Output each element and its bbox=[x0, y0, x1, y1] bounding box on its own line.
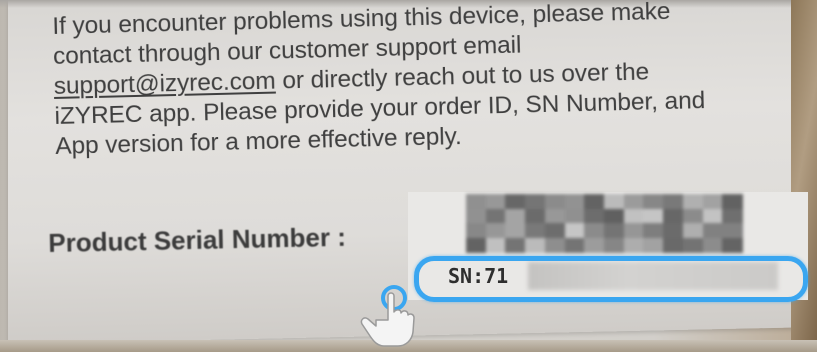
barcode-cell bbox=[604, 237, 625, 253]
barcode-cell bbox=[485, 223, 507, 239]
barcode-cell bbox=[466, 223, 487, 239]
photo-scene: If you encounter problems using this dev… bbox=[0, 0, 817, 352]
barcode-cell bbox=[682, 237, 704, 253]
tap-hand-icon bbox=[360, 285, 415, 347]
barcode-cell bbox=[525, 208, 546, 224]
serial-highlight-ring bbox=[414, 256, 808, 302]
support-email-link[interactable]: support@izyrec.com bbox=[53, 68, 275, 100]
barcode-cell bbox=[525, 194, 546, 210]
barcode-cell bbox=[702, 194, 724, 210]
barcode-cell bbox=[663, 194, 684, 210]
barcode-cell bbox=[682, 194, 704, 210]
barcode-cell bbox=[564, 208, 586, 224]
barcode-cell bbox=[722, 194, 743, 210]
barcode-cell bbox=[485, 208, 507, 224]
barcode-cell bbox=[584, 223, 605, 239]
barcode-cell bbox=[623, 194, 645, 210]
serial-number-label: Product Serial Number : bbox=[48, 221, 347, 258]
barcode-cell bbox=[604, 194, 625, 210]
barcode-cell bbox=[544, 208, 566, 224]
barcode-cell bbox=[466, 208, 487, 224]
barcode-cell bbox=[604, 223, 625, 239]
barcode-cell bbox=[564, 237, 586, 253]
barcode-cell bbox=[505, 208, 527, 224]
barcode-cell bbox=[643, 208, 665, 224]
barcode-cell bbox=[584, 194, 605, 210]
barcode-cell bbox=[604, 208, 625, 224]
barcode-cell bbox=[505, 223, 527, 239]
barcode-cell bbox=[564, 194, 586, 210]
barcode-cell bbox=[663, 237, 684, 253]
redacted-barcode bbox=[466, 194, 743, 253]
barcode-cell bbox=[525, 237, 546, 253]
barcode-cell bbox=[722, 223, 743, 239]
barcode-cell bbox=[682, 223, 704, 239]
barcode-cell bbox=[663, 223, 684, 239]
barcode-cell bbox=[682, 208, 704, 224]
barcode-cell bbox=[584, 237, 605, 253]
barcode-cell bbox=[505, 237, 527, 253]
barcode-cell bbox=[485, 237, 507, 253]
barcode-cell bbox=[584, 208, 605, 224]
barcode-cell bbox=[623, 208, 645, 224]
barcode-cell bbox=[702, 223, 724, 239]
barcode-cell bbox=[702, 237, 724, 253]
barcode-cell bbox=[643, 223, 665, 239]
barcode-cell bbox=[623, 223, 645, 239]
barcode-cell bbox=[466, 237, 487, 253]
barcode-cell bbox=[643, 194, 665, 210]
barcode-cell bbox=[485, 194, 507, 210]
barcode-cell bbox=[702, 208, 724, 224]
barcode-cell bbox=[663, 208, 684, 224]
barcode-cell bbox=[544, 237, 566, 253]
barcode-cell bbox=[525, 223, 546, 239]
barcode-cell bbox=[722, 208, 743, 224]
barcode-cell bbox=[544, 194, 566, 210]
barcode-cell bbox=[722, 237, 743, 253]
barcode-cell bbox=[623, 237, 645, 253]
barcode-cell bbox=[505, 194, 527, 210]
barcode-cell bbox=[544, 223, 566, 239]
barcode-cell bbox=[466, 194, 487, 210]
support-instructions: If you encounter problems using this dev… bbox=[52, 0, 775, 162]
barcode-cell bbox=[643, 237, 665, 253]
barcode-cell bbox=[564, 223, 586, 239]
